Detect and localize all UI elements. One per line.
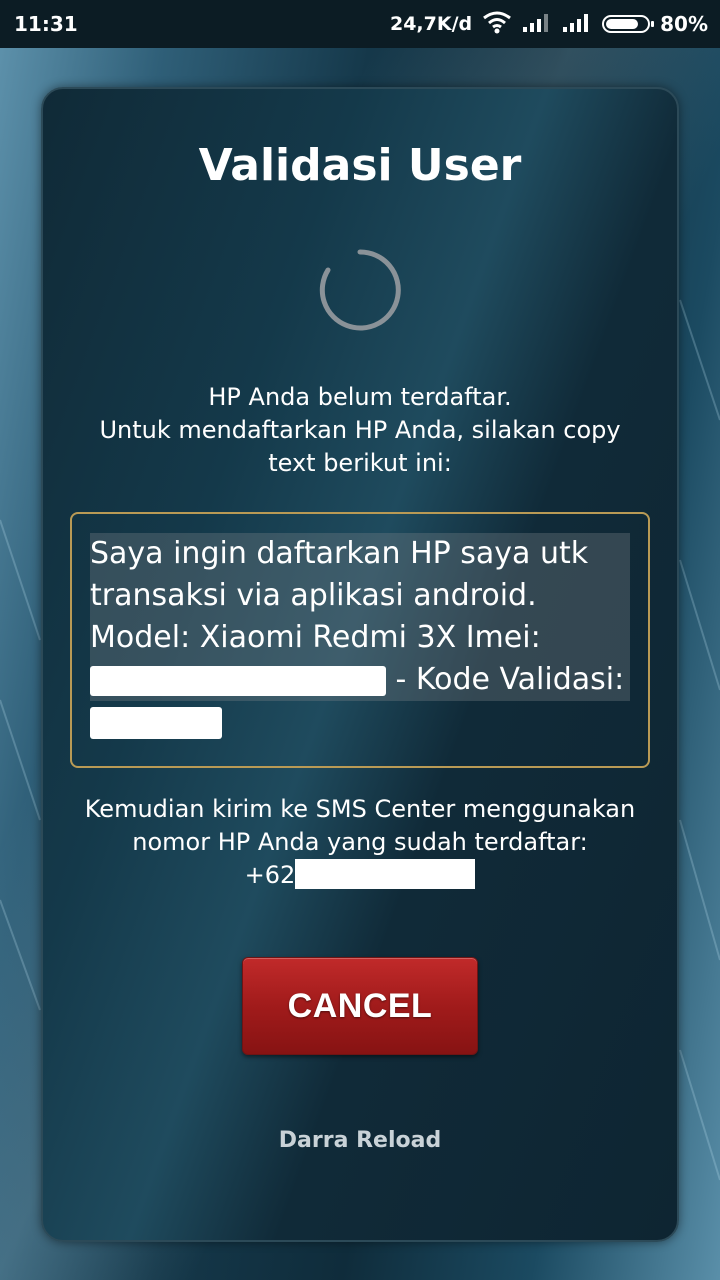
validation-code-redacted [90,701,630,743]
battery-fill [606,19,639,29]
phone-redacted [295,859,476,889]
registration-line: transaksi via aplikasi android. [90,575,630,617]
status-time: 11:31 [14,12,78,36]
signal-icon [522,11,552,38]
status-bar: 11:31 24,7K/d 80% [0,0,720,48]
cancel-button[interactable]: CANCEL [242,957,478,1055]
info-line: text berikut ini: [268,449,452,477]
sms-instructions: Kemudian kirim ke SMS Center menggunakan… [50,793,670,892]
dialog-title: Validasi User [198,140,522,191]
network-speed: 24,7K/d [389,13,473,35]
battery-percent: 80% [660,12,708,36]
imei-redacted [90,665,386,696]
registration-line-imei: - Kode Validasi: [90,659,630,701]
info-text: HP Anda belum terdaftar. Untuk mendaftar… [60,381,660,480]
loading-spinner-icon [319,249,401,331]
sms-line: nomor HP Anda yang sudah terdaftar: [132,828,588,856]
info-line: Untuk mendaftarkan HP Anda, silakan copy [99,416,621,444]
status-right: 24,7K/d 80% [380,10,708,38]
sms-line: Kemudian kirim ke SMS Center menggunakan [84,795,636,823]
app-name-footer: Darra Reload [278,1128,442,1153]
registration-line: Saya ingin daftarkan HP saya utk [90,533,630,575]
wifi-icon [482,10,512,39]
sms-number: +62 [50,859,670,892]
registration-text[interactable]: Saya ingin daftarkan HP saya utk transak… [90,533,630,743]
phone-prefix: +62 [244,861,296,889]
signal-icon [562,11,592,38]
registration-line: Model: Xiaomi Redmi 3X Imei: [90,617,630,659]
battery-icon [602,15,655,33]
validation-code-label: - Kode Validasi: [395,662,625,697]
code-redacted [90,706,222,739]
info-line: HP Anda belum terdaftar. [208,383,512,411]
